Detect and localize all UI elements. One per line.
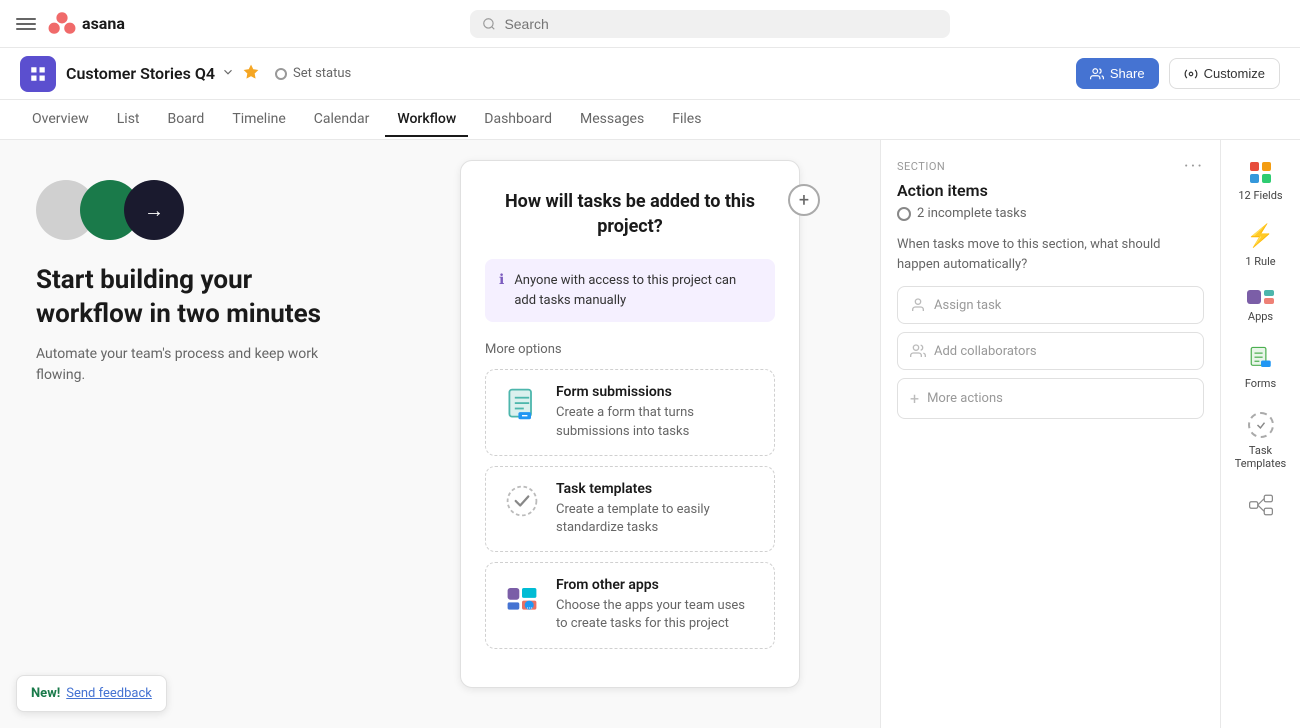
rules-label: 1 Rule	[1245, 255, 1275, 268]
flow-icon	[1248, 492, 1274, 518]
asana-logo: asana	[48, 10, 125, 38]
left-panel-subtitle: Automate your team's process and keep wo…	[36, 344, 364, 386]
task-templates-desc: Create a template to easily standardize …	[556, 501, 758, 537]
apps-icon	[1247, 290, 1274, 304]
tab-timeline[interactable]: Timeline	[220, 103, 297, 137]
project-icon	[20, 56, 56, 92]
section-more-menu-button[interactable]: ···	[1184, 156, 1204, 177]
section-automation-question: When tasks move to this section, what sh…	[897, 235, 1204, 274]
section-label: Section	[897, 160, 945, 173]
manual-task-option: ℹ Anyone with access to this project can…	[485, 259, 775, 322]
other-apps-title: From other apps	[556, 577, 758, 593]
task-templates-panel-label: Task Templates	[1235, 444, 1287, 470]
tab-messages[interactable]: Messages	[568, 103, 656, 137]
assign-task-icon	[910, 297, 926, 313]
set-status-label: Set status	[293, 66, 351, 81]
tab-board[interactable]: Board	[156, 103, 217, 137]
center-panel: How will tasks be added to this project?…	[400, 140, 880, 728]
tab-dashboard[interactable]: Dashboard	[472, 103, 564, 137]
project-name: Customer Stories Q4	[66, 64, 215, 83]
customize-button[interactable]: Customize	[1169, 58, 1280, 89]
feedback-link[interactable]: Send feedback	[66, 686, 152, 701]
nav-tabs: Overview List Board Timeline Calendar Wo…	[0, 100, 1300, 140]
plus-icon: +	[910, 389, 919, 408]
form-submissions-option[interactable]: Form submissions Create a form that turn…	[485, 369, 775, 455]
add-collaborators-label: Add collaborators	[934, 344, 1037, 359]
task-templates-panel-icon	[1248, 412, 1274, 438]
main-content: Start building your workflow in two minu…	[0, 140, 1300, 728]
more-actions-label: More actions	[927, 391, 1003, 406]
add-collaborators-icon	[910, 343, 926, 359]
search-bar[interactable]	[470, 10, 950, 38]
task-source-card: How will tasks be added to this project?…	[460, 160, 800, 688]
tab-overview[interactable]: Overview	[20, 103, 101, 137]
workflow-circles-illustration	[36, 180, 364, 240]
project-header: Customer Stories Q4 Set status Share Cus…	[0, 48, 1300, 100]
project-star-icon[interactable]	[243, 64, 259, 84]
left-panel: Start building your workflow in two minu…	[0, 140, 400, 728]
forms-icon	[1248, 345, 1274, 371]
other-apps-option[interactable]: ... From other apps Choose the apps your…	[485, 562, 775, 648]
more-options-label: More options	[485, 342, 775, 357]
other-apps-icon: ...	[502, 577, 542, 617]
fields-icon	[1250, 162, 1271, 183]
assign-task-button[interactable]: Assign task	[897, 286, 1204, 324]
form-submissions-title: Form submissions	[556, 384, 758, 400]
incomplete-tasks-row: 2 incomplete tasks	[897, 206, 1204, 221]
left-panel-title: Start building your workflow in two minu…	[36, 264, 364, 332]
rules-icon-card[interactable]: ⚡ 1 Rule	[1229, 214, 1293, 276]
feedback-bar: New! Send feedback	[16, 675, 167, 712]
forms-label: Forms	[1245, 377, 1276, 390]
project-chevron-icon[interactable]	[221, 64, 235, 83]
apps-label: Apps	[1248, 310, 1273, 323]
customize-label: Customize	[1204, 66, 1265, 81]
other-apps-desc: Choose the apps your team uses to create…	[556, 597, 758, 633]
add-collaborators-button[interactable]: Add collaborators	[897, 332, 1204, 370]
icons-panel: 12 Fields ⚡ 1 Rule Apps	[1220, 140, 1300, 728]
search-input[interactable]	[504, 16, 938, 32]
task-templates-title: Task templates	[556, 481, 758, 497]
manual-task-text: Anyone with access to this project can a…	[514, 271, 761, 310]
lightning-icon: ⚡	[1247, 224, 1274, 249]
forms-icon-card[interactable]: Forms	[1229, 335, 1293, 398]
svg-text:...: ...	[527, 602, 533, 611]
tab-calendar[interactable]: Calendar	[302, 103, 382, 137]
fields-icon-card[interactable]: 12 Fields	[1229, 152, 1293, 210]
search-icon	[482, 17, 496, 31]
status-dot-icon	[275, 68, 287, 80]
task-templates-option[interactable]: Task templates Create a template to easi…	[485, 466, 775, 552]
add-section-button[interactable]: +	[788, 184, 820, 216]
share-label: Share	[1110, 66, 1145, 81]
section-title: Action items	[897, 181, 1204, 200]
set-status-button[interactable]: Set status	[275, 66, 351, 81]
topbar: asana	[0, 0, 1300, 48]
share-button[interactable]: Share	[1076, 58, 1159, 89]
tab-workflow[interactable]: Workflow	[385, 103, 468, 137]
fields-label: 12 Fields	[1238, 189, 1282, 202]
task-templates-icon-card[interactable]: Task Templates	[1229, 402, 1293, 478]
section-header: Section ···	[897, 156, 1204, 177]
circle-dark	[124, 180, 184, 240]
asana-brand-text: asana	[82, 14, 125, 33]
form-submissions-desc: Create a form that turns submissions int…	[556, 404, 758, 440]
task-templates-icon	[502, 481, 542, 521]
incomplete-tasks-count: 2 incomplete tasks	[917, 206, 1027, 221]
tab-files[interactable]: Files	[660, 103, 713, 137]
tab-list[interactable]: List	[105, 103, 152, 137]
form-submissions-icon	[502, 384, 542, 424]
hamburger-menu-icon[interactable]	[16, 14, 36, 34]
more-actions-button[interactable]: + More actions	[897, 378, 1204, 419]
info-icon: ℹ	[499, 272, 504, 288]
new-badge: New!	[31, 686, 60, 701]
flow-icon-card[interactable]	[1229, 482, 1293, 526]
right-panel: Section ··· Action items 2 incomplete ta…	[880, 140, 1220, 728]
header-actions: Share Customize	[1076, 58, 1280, 89]
apps-icon-card[interactable]: Apps	[1229, 280, 1293, 331]
card-title: How will tasks be added to this project?	[485, 189, 775, 239]
assign-task-label: Assign task	[934, 298, 1001, 313]
incomplete-tasks-icon	[897, 207, 911, 221]
